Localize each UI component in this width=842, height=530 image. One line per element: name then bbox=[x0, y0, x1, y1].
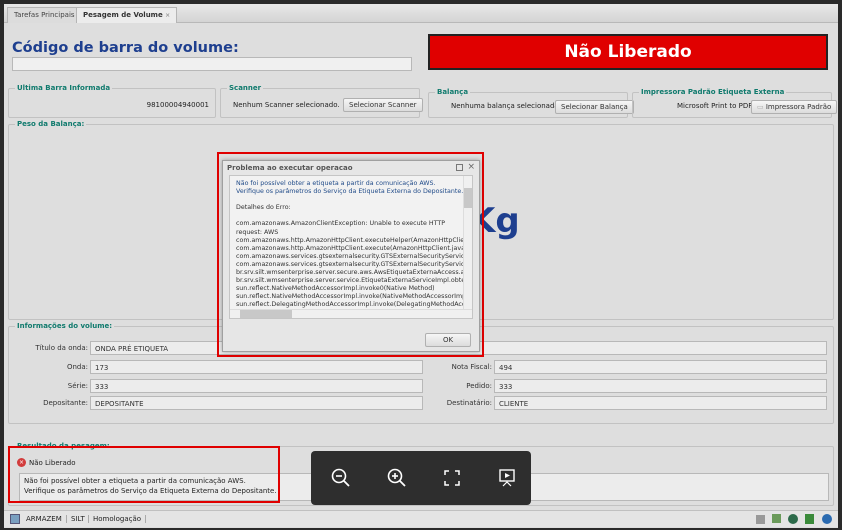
impressora-fieldset: Impressora Padrão Etiqueta Externa Micro… bbox=[632, 88, 838, 118]
fieldset-legend: Scanner bbox=[227, 84, 264, 92]
dialog-line: sun.reflect.NativeMethodAccessorImpl.inv… bbox=[236, 285, 435, 293]
vertical-scrollbar[interactable] bbox=[463, 176, 472, 312]
ok-button[interactable]: OK bbox=[425, 333, 471, 347]
ultima-barra-value: 98100004940001 bbox=[146, 101, 209, 109]
impressora-value: Microsoft Print to PDF bbox=[677, 102, 753, 110]
user-icon[interactable] bbox=[788, 514, 798, 524]
scanner-status: Nenhum Scanner selecionado. bbox=[233, 101, 340, 109]
plugin-icon[interactable] bbox=[756, 515, 765, 524]
error-dialog: Problema ao executar operacao × Não foi … bbox=[222, 160, 480, 352]
fieldset-legend: Ultima Barra Informada bbox=[15, 84, 113, 92]
horizontal-scrollbar[interactable] bbox=[230, 309, 472, 318]
dialog-line: request: AWS bbox=[236, 228, 279, 236]
balanca-status: Nenhuma balança selecionada. bbox=[451, 102, 561, 110]
highlight-box bbox=[8, 446, 280, 503]
pedido-field[interactable]: 333 bbox=[494, 379, 827, 393]
fullscreen-icon[interactable] bbox=[444, 470, 460, 486]
printer-icon: ▭ bbox=[757, 103, 764, 111]
window-icon[interactable] bbox=[772, 514, 781, 523]
impressora-padrao-button[interactable]: ▭ Impressora Padrão bbox=[751, 100, 838, 114]
tab-tarefas-principais[interactable]: Tarefas Principais bbox=[7, 7, 82, 23]
tab-label: Pesagem de Volume bbox=[83, 11, 163, 19]
dialog-line bbox=[236, 212, 466, 220]
depositante-label: Depositante: bbox=[43, 399, 88, 407]
onda-label: Onda: bbox=[66, 363, 88, 371]
balanca-fieldset: Balança Nenhuma balança selecionada. Sel… bbox=[428, 88, 634, 118]
scanner-fieldset: Scanner Nenhum Scanner selecionado. Sele… bbox=[220, 84, 423, 118]
pedido-label: Pedido: bbox=[466, 382, 492, 390]
selecionar-balanca-button[interactable]: Selecionar Balança bbox=[555, 100, 634, 114]
home-icon bbox=[10, 514, 20, 524]
serie-label: Série: bbox=[67, 382, 88, 390]
nota-label: Nota Fiscal: bbox=[451, 363, 492, 371]
titulo-label: Título da onda: bbox=[35, 344, 88, 352]
dialog-line: sun.reflect.NativeMethodAccessorImpl.inv… bbox=[236, 293, 470, 301]
maximize-icon[interactable] bbox=[456, 164, 463, 171]
status-environment: Homologação bbox=[88, 515, 147, 523]
dialog-line: com.amazonaws.services.gtsexternalsecuri… bbox=[236, 260, 469, 268]
barcode-title: Código de barra do volume: bbox=[12, 40, 239, 56]
selecionar-scanner-button[interactable]: Selecionar Scanner bbox=[343, 98, 423, 112]
status-bar: ARMAZEM SILT Homologação bbox=[4, 510, 838, 527]
fieldset-legend: Peso da Balança: bbox=[15, 120, 87, 128]
app-window: Tarefas Principais Pesagem de Volume × C… bbox=[4, 4, 838, 528]
status-banner: Não Liberado bbox=[428, 34, 828, 70]
onda-field[interactable]: 173 bbox=[90, 360, 423, 374]
zoom-out-icon[interactable] bbox=[331, 468, 351, 488]
close-icon[interactable]: × bbox=[467, 162, 475, 172]
excel-icon[interactable] bbox=[805, 514, 814, 524]
fieldset-legend: Impressora Padrão Etiqueta Externa bbox=[639, 88, 787, 96]
dialog-line: Não foi possível obter a etiqueta a part… bbox=[236, 180, 436, 187]
barcode-input[interactable] bbox=[12, 57, 412, 71]
dialog-line: com.amazonaws.http.AmazonHttpClient.exec… bbox=[236, 244, 468, 252]
dialog-line: Verifique os parâmetros do Serviço da Et… bbox=[236, 188, 464, 196]
destinatario-field[interactable]: CLIENTE bbox=[494, 396, 827, 410]
tab-pesagem-de-volume[interactable]: Pesagem de Volume × bbox=[76, 7, 178, 23]
ultima-barra-fieldset: Ultima Barra Informada 98100004940001 bbox=[8, 84, 216, 118]
slideshow-icon[interactable] bbox=[499, 469, 515, 487]
dialog-line: Detalhes do Erro: bbox=[236, 204, 291, 212]
dialog-title: Problema ao executar operacao bbox=[227, 164, 353, 172]
dialog-line: com.amazonaws.http.AmazonHttpClient.exec… bbox=[236, 236, 471, 244]
button-label: Impressora Padrão bbox=[765, 103, 832, 111]
info-icon[interactable] bbox=[822, 514, 832, 524]
tab-label: Tarefas Principais bbox=[14, 11, 75, 19]
image-viewer-toolbar bbox=[311, 451, 531, 505]
status-silt: SILT bbox=[66, 515, 85, 523]
fieldset-legend: Balança bbox=[435, 88, 471, 96]
fieldset-legend: Informações do volume: bbox=[15, 322, 115, 330]
destinatario-label: Destinatário: bbox=[446, 399, 492, 407]
depositante-field[interactable]: DEPOSITANTE bbox=[90, 396, 423, 410]
dialog-message: Não foi possível obter a etiqueta a part… bbox=[229, 175, 473, 319]
tab-bar: Tarefas Principais Pesagem de Volume × bbox=[4, 4, 838, 23]
status-armazem: ARMAZEM bbox=[26, 515, 62, 523]
dialog-line: br.srv.silt.wmsenterprise.server.secure.… bbox=[236, 269, 465, 277]
dialog-line bbox=[236, 196, 466, 204]
dialog-line: com.amazonaws.AmazonClientException: Una… bbox=[236, 220, 446, 228]
serie-field[interactable]: 333 bbox=[90, 379, 423, 393]
dialog-line: com.amazonaws.services.gtsexternalsecuri… bbox=[236, 252, 469, 260]
dialog-line: br.srv.silt.wmsenterprise.server.service… bbox=[236, 277, 468, 285]
nota-field[interactable]: 494 bbox=[494, 360, 827, 374]
close-icon[interactable]: × bbox=[165, 12, 170, 19]
zoom-in-icon[interactable] bbox=[387, 468, 407, 488]
